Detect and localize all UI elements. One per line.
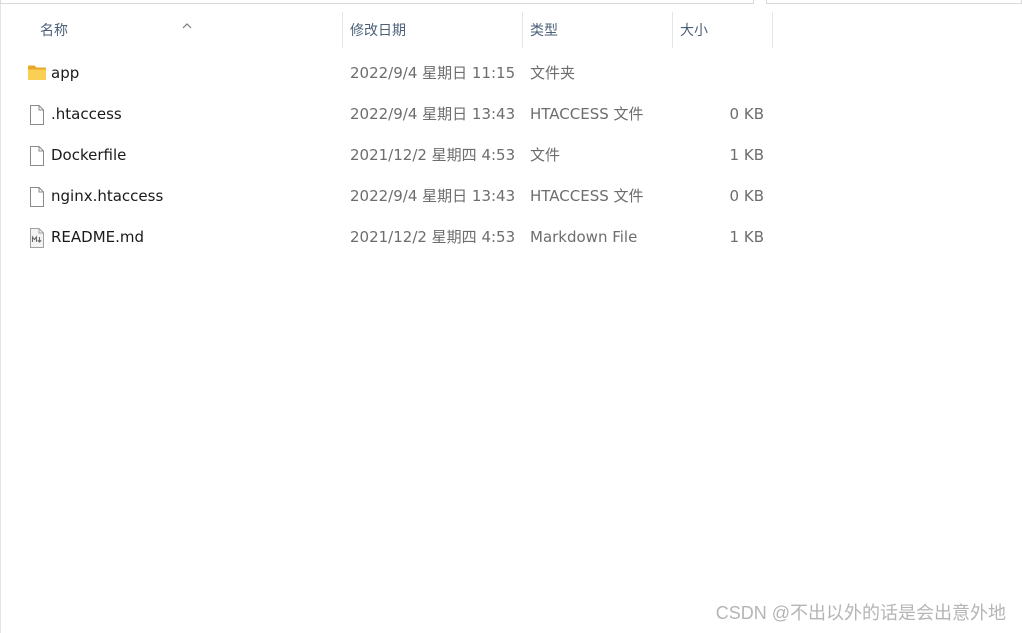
file-size: 1 KB [729, 228, 764, 246]
file-name: .htaccess [51, 105, 122, 123]
file-name: app [51, 64, 80, 82]
file-size: 1 KB [729, 146, 764, 164]
file-icon [27, 146, 47, 166]
file-size [680, 53, 764, 94]
column-header-type[interactable]: 类型 [522, 12, 673, 48]
file-type: 文件夹 [530, 64, 576, 82]
column-header-name[interactable]: 名称 [32, 12, 343, 48]
file-type: HTACCESS 文件 [530, 105, 644, 123]
file-date: 2021/12/2 星期四 4:53 [350, 146, 516, 164]
file-type: 文件 [530, 146, 561, 164]
column-header-date[interactable]: 修改日期 [342, 12, 523, 48]
file-type: HTACCESS 文件 [530, 187, 644, 205]
file-name: nginx.htaccess [51, 187, 164, 205]
file-row-dockerfile[interactable]: Dockerfile 2021/12/2 星期四 4:53 文件 1 KB [0, 135, 780, 176]
file-type: Markdown File [530, 228, 638, 246]
file-date: 2022/9/4 星期日 13:43 [350, 105, 516, 123]
file-row-htaccess[interactable]: .htaccess 2022/9/4 星期日 13:43 HTACCESS 文件… [0, 94, 780, 135]
sort-caret-up-icon [182, 23, 192, 29]
search-box-edge [766, 0, 1022, 4]
column-header-size[interactable]: 大小 [672, 12, 773, 48]
address-bar-edge [0, 0, 754, 4]
file-icon [27, 105, 47, 125]
markdown-file-icon [27, 228, 47, 248]
column-header-bar: 名称 修改日期 类型 大小 [0, 12, 780, 48]
folder-icon [27, 64, 47, 83]
file-row-nginx-htaccess[interactable]: nginx.htaccess 2022/9/4 星期日 13:43 HTACCE… [0, 176, 780, 217]
file-row-readme[interactable]: README.md 2021/12/2 星期四 4:53 Markdown Fi… [0, 217, 780, 258]
file-name: README.md [51, 228, 145, 246]
file-date: 2021/12/2 星期四 4:53 [350, 228, 516, 246]
file-list: app 2022/9/4 星期日 11:15 文件夹 .htaccess 202… [0, 53, 780, 258]
file-size: 0 KB [729, 105, 764, 123]
file-size: 0 KB [729, 187, 764, 205]
file-date: 2022/9/4 星期日 11:15 [350, 64, 516, 82]
file-date: 2022/9/4 星期日 13:43 [350, 187, 516, 205]
file-icon [27, 187, 47, 207]
watermark: CSDN @不出以外的话是会出意外地 [715, 603, 1006, 623]
file-name: Dockerfile [51, 146, 127, 164]
file-row-app[interactable]: app 2022/9/4 星期日 11:15 文件夹 [0, 53, 780, 94]
